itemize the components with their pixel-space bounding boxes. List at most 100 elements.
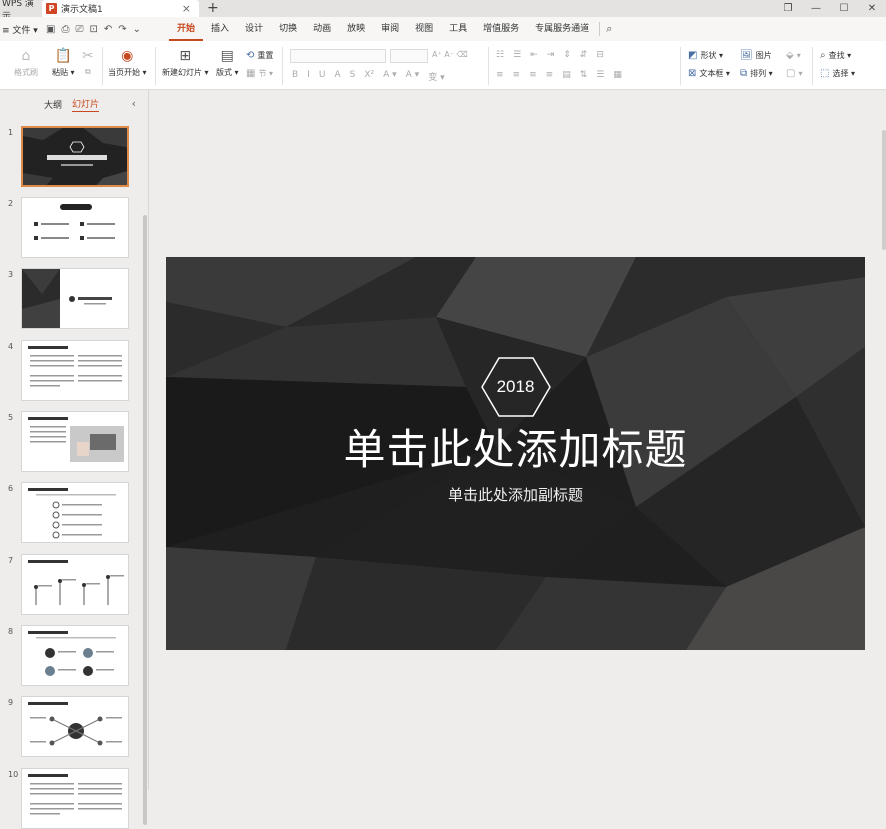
slide-thumbnail[interactable] bbox=[21, 268, 129, 329]
paragraph-format-button[interactable]: ▦ bbox=[613, 70, 622, 80]
align-text-icon[interactable]: ⊟ bbox=[596, 50, 604, 60]
document-tab[interactable]: P 演示文稿1 × bbox=[42, 0, 199, 17]
font-format-button[interactable]: 变 ▾ bbox=[428, 70, 444, 83]
menu-tab[interactable]: 动画 bbox=[305, 17, 339, 41]
menu-tab[interactable]: 放映 bbox=[339, 17, 373, 41]
reset-button[interactable]: ⟲ 重置 bbox=[246, 50, 273, 61]
paragraph-format-button[interactable]: ⇅ bbox=[580, 70, 588, 80]
shape-button[interactable]: ◩ 形状 ▾ bbox=[688, 50, 723, 61]
redo-icon[interactable]: ↷ bbox=[118, 24, 126, 35]
menu-tab[interactable]: 增值服务 bbox=[475, 17, 527, 41]
more-icon[interactable]: ⌄ bbox=[133, 24, 141, 35]
play-circle-icon: ◉ bbox=[121, 48, 134, 64]
restore-window-icon[interactable]: ❐ bbox=[774, 3, 802, 14]
menu-tab[interactable]: 视图 bbox=[407, 17, 441, 41]
line-spacing-icon[interactable]: ⇕ bbox=[563, 50, 571, 60]
outline-icon: ▢ bbox=[786, 68, 796, 79]
fill-button[interactable]: ⬙ ▾ bbox=[786, 50, 801, 61]
window-controls: ❐ — ☐ ✕ bbox=[774, 0, 886, 17]
new-tab-button[interactable]: + bbox=[207, 0, 219, 17]
outdent-icon[interactable]: ⇤ bbox=[530, 50, 538, 60]
paragraph-format-button[interactable]: ▤ bbox=[562, 70, 571, 80]
select-button[interactable]: ⬚ 选择 ▾ bbox=[820, 68, 855, 79]
slide-thumbnail[interactable] bbox=[21, 340, 129, 401]
numbering-icon[interactable]: ☰ bbox=[513, 50, 521, 60]
menu-tab[interactable]: 审阅 bbox=[373, 17, 407, 41]
tab-slides[interactable]: 幻灯片 bbox=[72, 97, 100, 112]
layout-button[interactable]: ▤ 版式 ▾ bbox=[216, 47, 239, 78]
title-bar: WPS 演示 P 演示文稿1 × + ❐ — ☐ ✕ bbox=[0, 0, 886, 22]
shapes-icon: ◩ bbox=[688, 50, 698, 61]
bullets-icon[interactable]: ☷ bbox=[496, 50, 504, 60]
collapse-panel-icon[interactable]: ‹ bbox=[132, 97, 136, 110]
font-format-button[interactable]: A bbox=[334, 70, 340, 83]
file-menu[interactable]: ≡ 文件 ▾ bbox=[0, 23, 46, 36]
search-icon[interactable]: ⌕ bbox=[599, 22, 612, 36]
document-title: 演示文稿1 bbox=[61, 5, 103, 15]
slide-thumbnail[interactable] bbox=[21, 126, 129, 187]
menu-tab[interactable]: 专属服务通道 bbox=[527, 17, 597, 41]
minimize-window-icon[interactable]: — bbox=[802, 3, 830, 14]
image-icon: 🖼 bbox=[740, 50, 753, 61]
paragraph-format-button[interactable]: ≡ bbox=[513, 70, 521, 80]
paste-button[interactable]: 📋 粘贴 ▾ bbox=[52, 47, 75, 78]
slide-thumbnail[interactable] bbox=[21, 554, 129, 615]
slide-thumbnail[interactable] bbox=[21, 768, 129, 829]
menu-tab[interactable]: 开始 bbox=[169, 17, 204, 41]
font-format-button[interactable]: A ▾ bbox=[383, 70, 397, 83]
outline-button[interactable]: ▢ ▾ bbox=[786, 68, 802, 79]
maximize-window-icon[interactable]: ☐ bbox=[830, 3, 858, 14]
font-format-button[interactable]: I bbox=[307, 70, 310, 83]
panel-scrollbar[interactable] bbox=[143, 215, 147, 825]
slide-title-placeholder[interactable]: 单击此处添加标题 bbox=[166, 425, 865, 475]
font-family-select[interactable] bbox=[290, 49, 386, 63]
paragraph-format-button[interactable]: ≡ bbox=[529, 70, 537, 80]
font-format-button[interactable]: U bbox=[319, 70, 326, 83]
paragraph-format-button[interactable]: ☰ bbox=[596, 70, 604, 80]
slide-year-label[interactable]: 2018 bbox=[166, 375, 865, 399]
print-icon[interactable]: ⎚ bbox=[75, 24, 83, 35]
new-slide-button[interactable]: ⊞ 新建幻灯片 ▾ bbox=[162, 47, 209, 78]
font-format-button[interactable]: A ▾ bbox=[406, 70, 420, 83]
panel-tabs: 大纲 幻灯片 bbox=[0, 90, 149, 118]
menu-tab[interactable]: 切换 bbox=[271, 17, 305, 41]
editor-scrollbar[interactable] bbox=[882, 130, 886, 250]
slide-thumbnail[interactable] bbox=[21, 482, 129, 543]
menu-tab[interactable]: 设计 bbox=[237, 17, 271, 41]
export-pdf-icon[interactable]: ⎙ bbox=[61, 24, 69, 35]
cut-copy-button[interactable]: ✂ ⧉ bbox=[82, 47, 94, 77]
slide-subtitle-placeholder[interactable]: 单击此处添加副标题 bbox=[166, 485, 865, 505]
current-slide[interactable]: 2018 单击此处添加标题 单击此处添加副标题 bbox=[166, 257, 865, 650]
text-direction-icon[interactable]: ⇵ bbox=[580, 50, 588, 60]
close-tab-icon[interactable]: × bbox=[182, 2, 191, 15]
indent-icon[interactable]: ⇥ bbox=[547, 50, 555, 60]
slide-thumbnail[interactable] bbox=[21, 197, 129, 258]
menu-tab[interactable]: 插入 bbox=[203, 17, 237, 41]
textbox-button[interactable]: ⊠ 文本框 ▾ bbox=[688, 68, 730, 79]
font-size-adjust[interactable]: A⁺ A⁻ ⌫ bbox=[432, 50, 468, 59]
font-format-button[interactable]: B bbox=[292, 70, 298, 83]
font-format-button[interactable]: S bbox=[350, 70, 356, 83]
font-format-button[interactable]: X² bbox=[364, 70, 374, 83]
undo-icon[interactable]: ↶ bbox=[104, 24, 112, 35]
slide-thumbnail[interactable] bbox=[21, 625, 129, 686]
slide-thumbnail[interactable] bbox=[21, 411, 129, 472]
tab-outline[interactable]: 大纲 bbox=[44, 98, 62, 111]
new-slide-icon: ⊞ bbox=[179, 48, 192, 64]
paragraph-format-button[interactable]: ≡ bbox=[546, 70, 554, 80]
close-window-icon[interactable]: ✕ bbox=[858, 3, 886, 14]
save-icon[interactable]: ▣ bbox=[46, 24, 55, 35]
play-from-current-button[interactable]: ◉ 当页开始 ▾ bbox=[108, 47, 147, 78]
print-preview-icon[interactable]: ⊡ bbox=[89, 24, 97, 35]
slide-thumbnail[interactable] bbox=[21, 696, 129, 757]
paragraph-format-button[interactable]: ≡ bbox=[496, 70, 504, 80]
picture-button[interactable]: 🖼 图片 bbox=[740, 50, 772, 61]
magnifier-icon: ⌕ bbox=[820, 50, 826, 61]
format-painter-button[interactable]: ⌂ 格式刷 bbox=[14, 47, 38, 78]
arrange-button[interactable]: ⧉ 排列 ▾ bbox=[740, 68, 773, 79]
font-size-select[interactable] bbox=[390, 49, 428, 63]
find-button[interactable]: ⌕ 查找 ▾ bbox=[820, 50, 851, 61]
paragraph-format-row: ≡ ≡ ≡ ≡ ▤ ⇅ ☰ ▦ bbox=[496, 70, 622, 80]
menu-tab[interactable]: 工具 bbox=[441, 17, 475, 41]
section-button[interactable]: ▦ 节 ▾ bbox=[246, 68, 273, 79]
